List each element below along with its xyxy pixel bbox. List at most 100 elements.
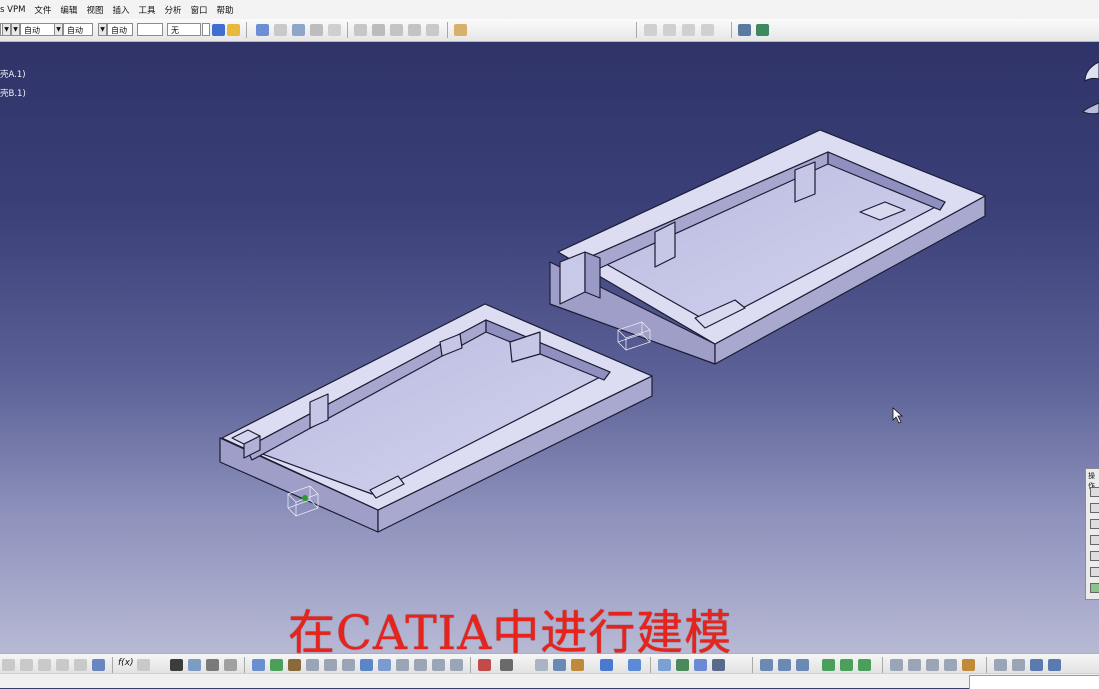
menu-item-window[interactable]: 窗口 — [191, 4, 208, 16]
tool-icon[interactable] — [962, 659, 975, 671]
toolbar-separator — [636, 22, 637, 38]
component-icon[interactable] — [372, 24, 385, 36]
mouse-cursor-icon — [892, 407, 904, 424]
toolbar-separator — [347, 22, 348, 38]
flag-note-icon[interactable] — [908, 659, 921, 671]
ops-button-6[interactable] — [1090, 567, 1099, 577]
redo-icon[interactable] — [74, 659, 87, 671]
chevron-down-icon[interactable]: ▼ — [11, 23, 20, 36]
toolbar-separator — [986, 657, 987, 673]
point-type-combo[interactable] — [137, 23, 163, 36]
menu-item-edit[interactable]: 编辑 — [60, 4, 77, 16]
shell-a-part[interactable] — [219, 303, 653, 533]
snapshot-icon[interactable] — [778, 659, 791, 671]
reuse-pattern-icon[interactable] — [840, 659, 853, 671]
toolbar-separator — [752, 657, 753, 673]
menu-item-analysis[interactable]: 分析 — [164, 4, 181, 16]
comment-icon[interactable] — [137, 659, 150, 671]
copy-icon[interactable] — [20, 659, 33, 671]
layer-value: 无 — [171, 26, 179, 35]
status-bar — [0, 673, 1099, 689]
existing-component-icon[interactable] — [390, 24, 403, 36]
ops-button-1[interactable] — [1090, 487, 1099, 497]
bolt-icon[interactable] — [944, 659, 957, 671]
contact-icon[interactable] — [682, 24, 695, 36]
chevron-down-icon[interactable]: ▼ — [2, 23, 11, 36]
scene-icon[interactable] — [858, 659, 871, 671]
coincidence-icon[interactable] — [663, 24, 676, 36]
paste-icon[interactable] — [38, 659, 51, 671]
transparency-value: 自动 — [24, 26, 40, 35]
toolbar-separator — [882, 657, 883, 673]
report-icon[interactable] — [1048, 659, 1061, 671]
graphic-properties-toolbar: ▼ ▼ 自动 ▼ 自动 ▼ 自动 无 — [0, 19, 1099, 42]
layer-combo[interactable]: 无 — [167, 23, 201, 36]
chevron-down-icon[interactable]: ▼ — [98, 23, 107, 36]
annotation-icon[interactable] — [890, 659, 903, 671]
manipulation-icon[interactable] — [796, 659, 809, 671]
fly-icon[interactable] — [252, 659, 265, 671]
menu-item-vpm[interactable]: s VPM — [0, 5, 25, 15]
table-icon[interactable] — [170, 659, 183, 671]
reorder-icon[interactable] — [426, 24, 439, 36]
color-combo[interactable]: ▼ — [0, 23, 11, 36]
manipulate-icon[interactable] — [738, 24, 751, 36]
weld-icon[interactable] — [926, 659, 939, 671]
menu-item-file[interactable]: 文件 — [34, 4, 51, 16]
line-type-value: 自动 — [111, 26, 127, 35]
fit-all-icon[interactable] — [270, 659, 283, 671]
product-icon[interactable] — [354, 24, 367, 36]
ops-confirm-button[interactable] — [1090, 583, 1099, 593]
ops-button-4[interactable] — [1090, 535, 1099, 545]
menu-item-view[interactable]: 视图 — [86, 4, 103, 16]
toolbar-separator — [244, 657, 245, 673]
cut-icon[interactable] — [2, 659, 15, 671]
spec-tree-icon[interactable] — [994, 659, 1007, 671]
menu-bar: s VPM 文件 编辑 视图 插入 工具 分析 窗口 帮助 — [0, 0, 1099, 20]
operations-panel[interactable]: 操作 — [1085, 468, 1099, 600]
menu-item-tools[interactable]: 工具 — [138, 4, 155, 16]
explode-icon[interactable] — [760, 659, 773, 671]
help-icon[interactable] — [92, 659, 105, 671]
undo-icon[interactable] — [56, 659, 69, 671]
model-canvas[interactable] — [0, 42, 1099, 653]
line-weight-value: 自动 — [67, 26, 83, 35]
knowledge-icon[interactable] — [1030, 659, 1043, 671]
replace-icon[interactable] — [408, 24, 421, 36]
sketch-icon[interactable] — [274, 24, 287, 36]
tree-icon[interactable] — [188, 659, 201, 671]
body-icon[interactable] — [328, 24, 341, 36]
fix-icon[interactable] — [644, 24, 657, 36]
toolbar-separator — [246, 22, 247, 38]
parameters-icon[interactable] — [1012, 659, 1025, 671]
catalog-browser-icon[interactable] — [822, 659, 835, 671]
offset-icon[interactable] — [701, 24, 714, 36]
line-type-combo[interactable]: ▼ 自动 — [98, 23, 133, 36]
shell-b-part[interactable] — [549, 129, 986, 365]
snap-icon[interactable] — [756, 24, 769, 36]
3d-viewport[interactable]: 壳A.1) 壳B.1) — [0, 42, 1099, 653]
menu-item-insert[interactable]: 插入 — [112, 4, 129, 16]
toolbar-separator — [731, 22, 732, 38]
ops-button-3[interactable] — [1090, 519, 1099, 529]
publication-icon[interactable] — [454, 24, 467, 36]
chevron-down-icon[interactable]: ▼ — [54, 23, 63, 36]
video-caption: 在CATIA中进行建模 — [288, 606, 733, 661]
brush-icon[interactable] — [227, 24, 240, 36]
plane-icon[interactable] — [292, 24, 305, 36]
layer-dropdown[interactable] — [202, 23, 210, 36]
toolbar-separator — [447, 22, 448, 38]
origin-marker-icon — [302, 495, 308, 501]
toolbar-separator — [112, 657, 113, 673]
view-icon[interactable] — [224, 659, 237, 671]
ops-button-2[interactable] — [1090, 503, 1099, 513]
transparency-combo[interactable]: ▼ 自动 — [11, 23, 58, 36]
line-weight-combo[interactable]: ▼ 自动 — [54, 23, 93, 36]
painter-icon[interactable] — [212, 24, 225, 36]
catalog-icon[interactable] — [256, 24, 269, 36]
ops-button-5[interactable] — [1090, 551, 1099, 561]
part-icon[interactable] — [310, 24, 323, 36]
menu-item-help[interactable]: 帮助 — [217, 4, 234, 16]
camera-icon[interactable] — [206, 659, 219, 671]
formula-icon[interactable]: f(x) — [118, 658, 134, 668]
